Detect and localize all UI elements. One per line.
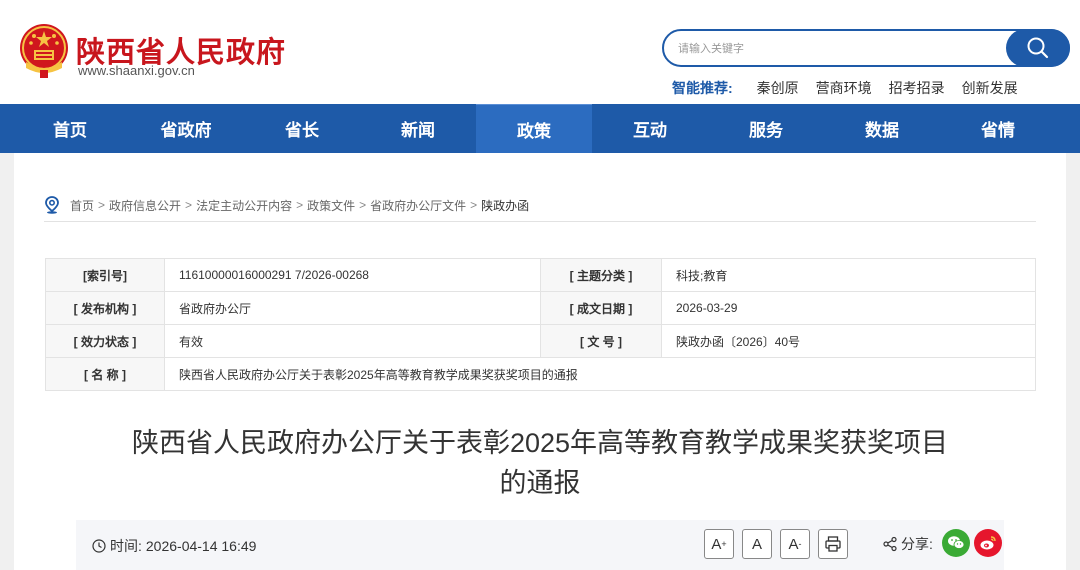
time-label: 时间:: [110, 538, 142, 554]
status-label: [ 效力状态 ]: [45, 324, 165, 358]
breadcrumb-statutory[interactable]: 法定主动公开内容: [196, 197, 292, 214]
issuer-value: 省政府办公厅: [164, 291, 541, 325]
name-value: 陕西省人民政府办公厅关于表彰2025年高等教育教学成果奖获奖项目的通报: [164, 357, 1036, 391]
breadcrumb-separator: >: [359, 198, 367, 212]
document-title: 陕西省人民政府办公厅关于表彰2025年高等教育教学成果奖获奖项目 的通报: [74, 423, 1006, 503]
site-header: 陕西省人民政府 www.shaanxi.gov.cn 智能推荐: 秦创原 营商环…: [0, 0, 1080, 104]
font-smaller-button[interactable]: A-: [780, 529, 810, 559]
table-row: [索引号] 11610000016000291 7/2026-00268 [ 主…: [45, 258, 1036, 292]
document-info-table: [索引号] 11610000016000291 7/2026-00268 [ 主…: [45, 258, 1036, 391]
wechat-share-button[interactable]: [942, 529, 970, 557]
search-input[interactable]: [678, 39, 988, 59]
breadcrumb-separator: >: [185, 198, 193, 212]
nav-item-data[interactable]: 数据: [824, 104, 940, 153]
search-button[interactable]: [1006, 29, 1070, 67]
topic-label: [ 主题分类 ]: [540, 258, 662, 292]
breadcrumb-policy-docs[interactable]: 政策文件: [307, 197, 355, 214]
breadcrumb-home[interactable]: 首页: [70, 197, 94, 214]
nav-item-government[interactable]: 省政府: [128, 104, 244, 153]
breadcrumb-current[interactable]: 陕政办函: [481, 197, 529, 214]
table-row: [ 效力状态 ] 有效 [ 文 号 ] 陕政办函〔2026〕40号: [45, 324, 1036, 358]
table-row: [ 发布机构 ] 省政府办公厅 [ 成文日期 ] 2026-03-29: [45, 291, 1036, 325]
smart-recommend-label: 智能推荐:: [672, 80, 733, 96]
nav-item-services[interactable]: 服务: [708, 104, 824, 153]
breadcrumb: 首页 > 政府信息公开 > 法定主动公开内容 > 政策文件 > 省政府办公厅文件…: [44, 196, 529, 214]
divider: [44, 221, 1036, 222]
issuer-label: [ 发布机构 ]: [45, 291, 165, 325]
name-label: [ 名 称 ]: [45, 357, 165, 391]
weibo-icon: [980, 536, 996, 550]
date-label: [ 成文日期 ]: [540, 291, 662, 325]
breadcrumb-office-docs[interactable]: 省政府办公厅文件: [370, 197, 466, 214]
smart-recommend: 智能推荐: 秦创原 营商环境 招考招录 创新发展: [672, 78, 1035, 98]
site-url[interactable]: www.shaanxi.gov.cn: [78, 63, 195, 78]
meta-bar: 时间: 2026-04-14 16:49 A + A A- 分享:: [76, 520, 1004, 570]
national-emblem-icon[interactable]: [18, 22, 70, 80]
smart-link-recruitment[interactable]: 招考招录: [889, 78, 945, 98]
document-title-line2: 的通报: [499, 468, 581, 498]
content-panel: 首页 > 政府信息公开 > 法定主动公开内容 > 政策文件 > 省政府办公厅文件…: [14, 153, 1066, 570]
time-value: 2026-04-14 16:49: [145, 538, 257, 554]
breadcrumb-separator: >: [470, 198, 478, 212]
document-title-line1: 陕西省人民政府办公厅关于表彰2025年高等教育教学成果奖获奖项目: [131, 428, 949, 458]
main-nav: 首页 省政府 省长 新闻 政策 互动 服务 数据 省情: [0, 104, 1080, 153]
share-label: 分享:: [901, 536, 933, 552]
smart-link-business-env[interactable]: 营商环境: [816, 78, 872, 98]
smart-link-innovation[interactable]: 创新发展: [962, 78, 1018, 98]
font-larger-sup: +: [721, 539, 727, 549]
docno-value: 陕政办函〔2026〕40号: [661, 324, 1036, 358]
share: 分享:: [882, 534, 933, 554]
index-value: 11610000016000291 7/2026-00268: [164, 258, 541, 292]
font-smaller-sup: -: [798, 539, 802, 549]
nav-item-interaction[interactable]: 互动: [592, 104, 708, 153]
date-value: 2026-03-29: [661, 291, 1036, 325]
weibo-share-button[interactable]: [974, 529, 1002, 557]
print-icon: [825, 536, 841, 552]
font-smaller-label: A: [788, 535, 799, 553]
breadcrumb-gov-info[interactable]: 政府信息公开: [109, 197, 181, 214]
nav-item-home[interactable]: 首页: [12, 104, 128, 153]
font-normal-label: A: [751, 535, 762, 553]
nav-item-governor[interactable]: 省长: [244, 104, 360, 153]
table-row: [ 名 称 ] 陕西省人民政府办公厅关于表彰2025年高等教育教学成果奖获奖项目…: [45, 357, 1036, 391]
nav-item-news[interactable]: 新闻: [360, 104, 476, 153]
index-label: [索引号]: [45, 258, 165, 292]
clock-icon: [92, 539, 106, 553]
search-icon: [1027, 37, 1049, 59]
breadcrumb-separator: >: [98, 198, 106, 212]
font-larger-label: A: [711, 535, 722, 553]
font-larger-button[interactable]: A +: [704, 529, 734, 559]
print-button[interactable]: [818, 529, 848, 559]
docno-label: [ 文 号 ]: [540, 324, 662, 358]
publish-time: 时间: 2026-04-14 16:49: [92, 536, 256, 556]
share-icon: [883, 536, 897, 552]
font-normal-button[interactable]: A: [742, 529, 772, 559]
wechat-icon: [948, 536, 965, 549]
status-value: 有效: [164, 324, 541, 358]
search-box: [662, 29, 1070, 67]
nav-item-policy[interactable]: 政策: [476, 104, 592, 153]
breadcrumb-separator: >: [296, 198, 304, 212]
location-pin-icon: [45, 196, 59, 214]
nav-item-province-info[interactable]: 省情: [940, 104, 1056, 153]
topic-value: 科技;教育: [661, 258, 1036, 292]
smart-link-qinchuangyuan[interactable]: 秦创原: [757, 78, 799, 98]
